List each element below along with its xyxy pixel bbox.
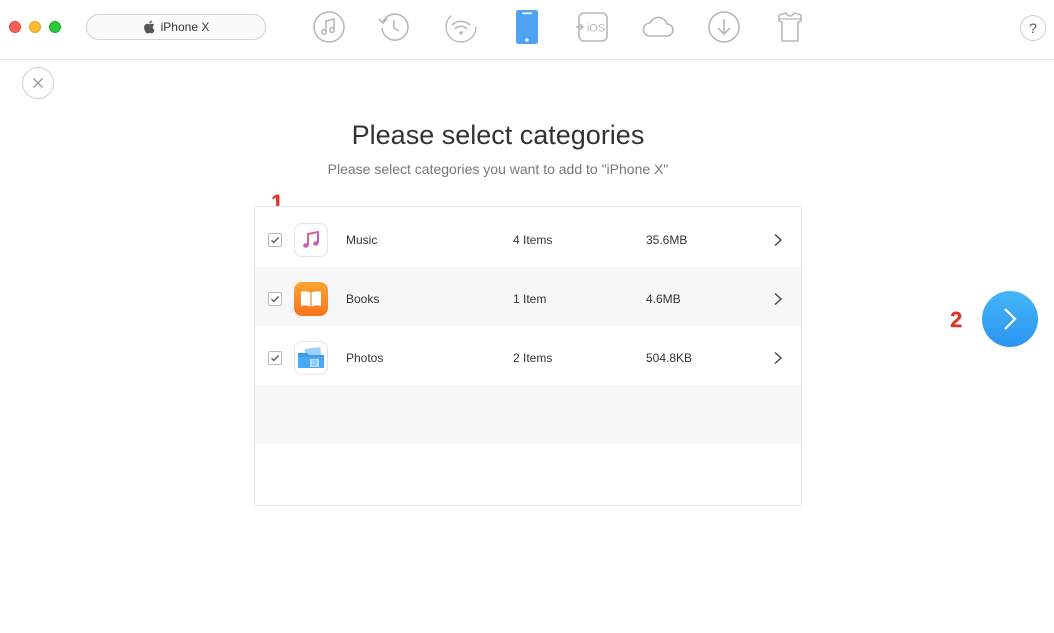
category-name: Music (346, 233, 378, 247)
next-button[interactable] (982, 291, 1038, 347)
photos-checkbox[interactable] (268, 351, 282, 365)
category-size: 4.6MB (646, 292, 681, 306)
wifi-icon (445, 11, 477, 43)
open-book-icon (301, 291, 321, 307)
help-button[interactable]: ? (1020, 15, 1046, 41)
to-ios-icon: iOS (576, 12, 608, 42)
chevron-right-icon (1004, 308, 1017, 330)
minimize-window-button[interactable] (29, 21, 41, 33)
close-window-button[interactable] (9, 21, 21, 33)
checkmark-icon (271, 355, 280, 362)
shirt-tool[interactable] (773, 10, 807, 44)
category-count: 4 Items (513, 233, 553, 247)
music-app-icon (294, 223, 328, 257)
category-count: 2 Items (513, 351, 553, 365)
title-bar: iPhone X iOS ? (0, 0, 1054, 60)
category-row-books[interactable]: Books 1 Item 4.6MB (255, 267, 801, 326)
history-tool[interactable] (377, 10, 411, 44)
books-checkbox[interactable] (268, 292, 282, 306)
annotation-marker-2: 2 (950, 307, 963, 332)
category-size: 504.8KB (646, 351, 693, 365)
books-app-icon (294, 282, 328, 316)
cloud-tool[interactable] (641, 10, 675, 44)
checkmark-icon (271, 296, 280, 303)
category-name: Books (346, 292, 380, 306)
category-list: Music 4 Items 35.6MB Books 1 Item 4.6MB (254, 206, 802, 506)
download-tool[interactable] (707, 10, 741, 44)
device-selector[interactable]: iPhone X (86, 14, 266, 40)
category-row-photos[interactable]: Photos 2 Items 504.8KB (255, 326, 801, 385)
checkmark-icon (271, 237, 280, 244)
close-icon (33, 78, 43, 88)
cloud-icon (642, 16, 674, 37)
category-row-music[interactable]: Music 4 Items 35.6MB (255, 208, 801, 267)
music-note-icon (303, 230, 319, 248)
photo-folder-icon (298, 347, 324, 368)
shirt-icon (778, 12, 802, 42)
wifi-tool[interactable] (444, 10, 478, 44)
category-size: 35.6MB (646, 233, 688, 247)
close-button[interactable] (22, 67, 54, 99)
photos-app-icon (294, 341, 328, 375)
svg-text:iOS: iOS (587, 23, 605, 35)
music-icon (313, 11, 345, 43)
history-icon (378, 13, 409, 41)
phone-icon (516, 10, 538, 44)
device-name: iPhone X (160, 20, 210, 34)
page-title: Please select categories (351, 120, 645, 150)
help-label: ? (1029, 20, 1037, 36)
apple-icon (143, 20, 155, 34)
chevron-right-icon[interactable] (773, 351, 783, 365)
phone-tool[interactable] (510, 10, 544, 44)
to-ios-tool[interactable]: iOS (576, 10, 610, 44)
download-icon (708, 11, 740, 43)
category-name: Photos (346, 351, 384, 365)
chevron-right-icon[interactable] (773, 233, 783, 247)
empty-row (255, 385, 801, 444)
category-count: 1 Item (513, 292, 547, 306)
chevron-right-icon[interactable] (773, 292, 783, 306)
page-subtitle: Please select categories you want to add… (327, 161, 669, 177)
music-tool[interactable] (312, 10, 346, 44)
zoom-window-button[interactable] (49, 21, 61, 33)
music-checkbox[interactable] (268, 233, 282, 247)
